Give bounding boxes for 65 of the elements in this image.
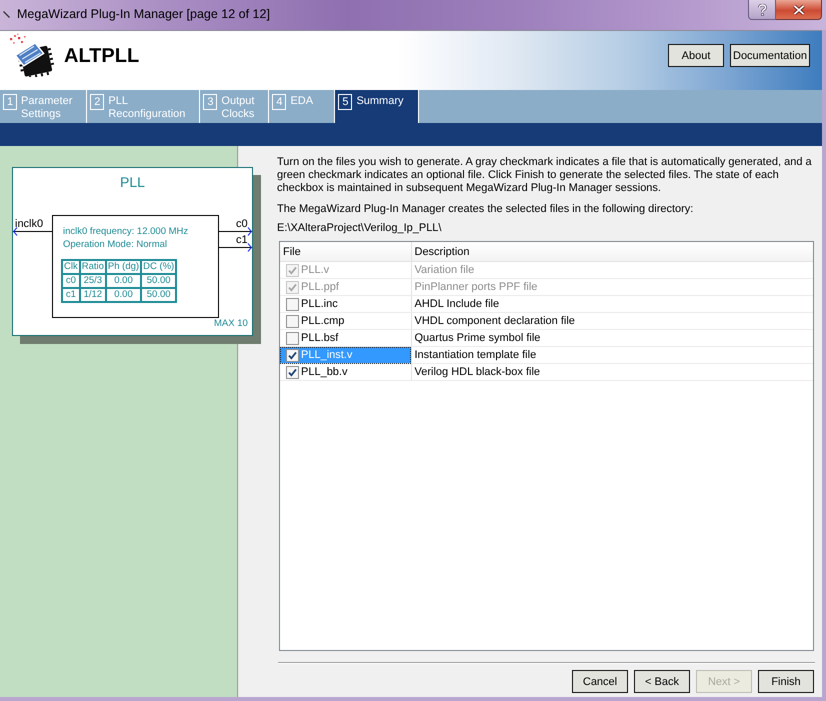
wizard-button[interactable]: Cancel [572, 670, 628, 693]
table-cell: AHDL Include file [411, 296, 813, 312]
instructions-text: Turn on the files you wish to generate. A gray checkmark indicates a file that is automatically generated, and a green checkmark indicates an optional file. Click Finish to generate the selected files. The state of each checkbox is maintained in subsequent MegaWizard Plug-In Manager sessions. [277, 156, 813, 195]
header-button[interactable]: About [668, 44, 724, 67]
file-name: PLL.ppf [301, 281, 339, 293]
file-name: PLL.inc [301, 298, 338, 310]
table-cell: 50.00 [141, 288, 176, 302]
column-header: Clk [62, 260, 80, 274]
info-text: inclk0 frequency: 12.000 MHz [63, 225, 188, 238]
column-header: DC (%) [141, 260, 176, 274]
column-header[interactable]: File [280, 242, 411, 262]
info-text: Operation Mode: Normal [63, 238, 168, 251]
file-cell[interactable]: PLL_bb.v [280, 364, 411, 380]
file-name: PLL.bsf [301, 332, 338, 344]
table-cell: Variation file [411, 262, 813, 278]
file-name: PLL_inst.v [301, 349, 352, 361]
help-icon [758, 4, 766, 16]
column-header: Ph (dg) [106, 260, 142, 274]
table-cell: PinPlanner ports PPF file [411, 278, 813, 296]
checkbox[interactable] [286, 348, 299, 362]
checkbox[interactable] [286, 314, 299, 328]
table-cell: 50.00 [141, 274, 176, 288]
table-cell: c1 [62, 288, 80, 302]
directory-path: E:\XAlteraProject\Verilog_Ip_PLL\ [277, 222, 442, 235]
table-cell: 1/12 [80, 288, 106, 302]
chip-logo [9, 33, 55, 77]
table-cell: c0 [62, 274, 80, 288]
wizard-tab[interactable]: 5 Summary [335, 90, 418, 123]
column-header[interactable]: Description [411, 242, 813, 262]
step-number: 1 [3, 94, 17, 110]
table-cell: 25/3 [80, 274, 106, 288]
wizard-button[interactable]: < Back [634, 670, 690, 693]
step-number: 5 [338, 94, 352, 110]
close-button[interactable] [776, 0, 822, 20]
table-cell: VHDL component declaration file [411, 312, 813, 330]
table-cell: 0.00 [106, 288, 142, 302]
step-number: 4 [272, 94, 286, 110]
checkbox[interactable] [286, 332, 299, 344]
device-label: MAX 10 [214, 318, 248, 330]
wizard-button[interactable]: Finish [758, 670, 814, 693]
step-number: 3 [203, 94, 218, 110]
checkbox[interactable] [286, 298, 299, 310]
port-label: inclk0 [15, 218, 44, 231]
checkbox[interactable] [286, 366, 299, 378]
directory-label: The MegaWizard Plug-In Manager creates the selected files in the following directory: [277, 203, 694, 216]
close-icon [792, 4, 804, 14]
header-button[interactable]: Documentation [730, 44, 810, 67]
file-cell[interactable]: PLL.cmp [280, 312, 411, 330]
file-name: PLL.cmp [301, 315, 344, 327]
app-title: ALTPLL [64, 44, 140, 68]
window-title: MegaWizard Plug-In Manager [page 12 of 12] [17, 7, 270, 22]
help-button[interactable] [748, 0, 776, 20]
table-cell: Instantiation template file [411, 346, 813, 364]
table-cell: Verilog HDL black-box file [411, 364, 813, 380]
file-name: PLL_bb.v [301, 366, 348, 378]
column-header: Ratio [80, 260, 106, 274]
step-number: 2 [90, 94, 104, 110]
port-label: c0 [236, 218, 248, 231]
table-cell: Quartus Prime symbol file [411, 330, 813, 346]
wand-icon [3, 11, 10, 18]
table-cell: 0.00 [106, 274, 142, 288]
file-name: PLL.v [301, 264, 330, 276]
port-label: c1 [236, 234, 248, 247]
file-cell[interactable]: PLL.inc [280, 296, 411, 312]
block-title: PLL [119, 174, 146, 191]
